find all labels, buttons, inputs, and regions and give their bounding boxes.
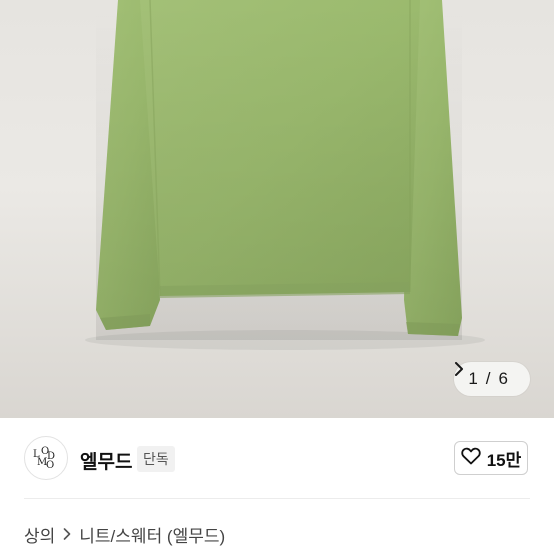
svg-text:O: O (46, 460, 54, 471)
breadcrumb-subcategory[interactable]: 니트/스웨터 (엘무드) (79, 522, 225, 547)
brand-name[interactable]: 엘무드 (80, 447, 132, 474)
product-image[interactable]: 1 / 6 (0, 0, 554, 418)
breadcrumb-category[interactable]: 상의 (24, 522, 55, 547)
breadcrumb: 상의 니트/스웨터 (엘무드) (24, 522, 225, 547)
pager-current: 1 (468, 369, 478, 388)
exclusive-badge: 단독 (137, 446, 175, 472)
image-pager[interactable]: 1 / 6 (454, 362, 530, 396)
divider (24, 498, 530, 499)
chevron-right-icon (63, 527, 71, 543)
like-count: 15만 (486, 450, 522, 470)
brand-avatar[interactable]: L O D M O (24, 436, 68, 480)
like-button[interactable]: 15만 (454, 441, 528, 475)
sweater-illustration (85, 0, 485, 350)
pager-separator: / (485, 369, 491, 388)
brand-logo: L O D M O (33, 446, 56, 471)
heart-outline-icon (461, 447, 481, 470)
pager-total: 6 (498, 369, 508, 388)
